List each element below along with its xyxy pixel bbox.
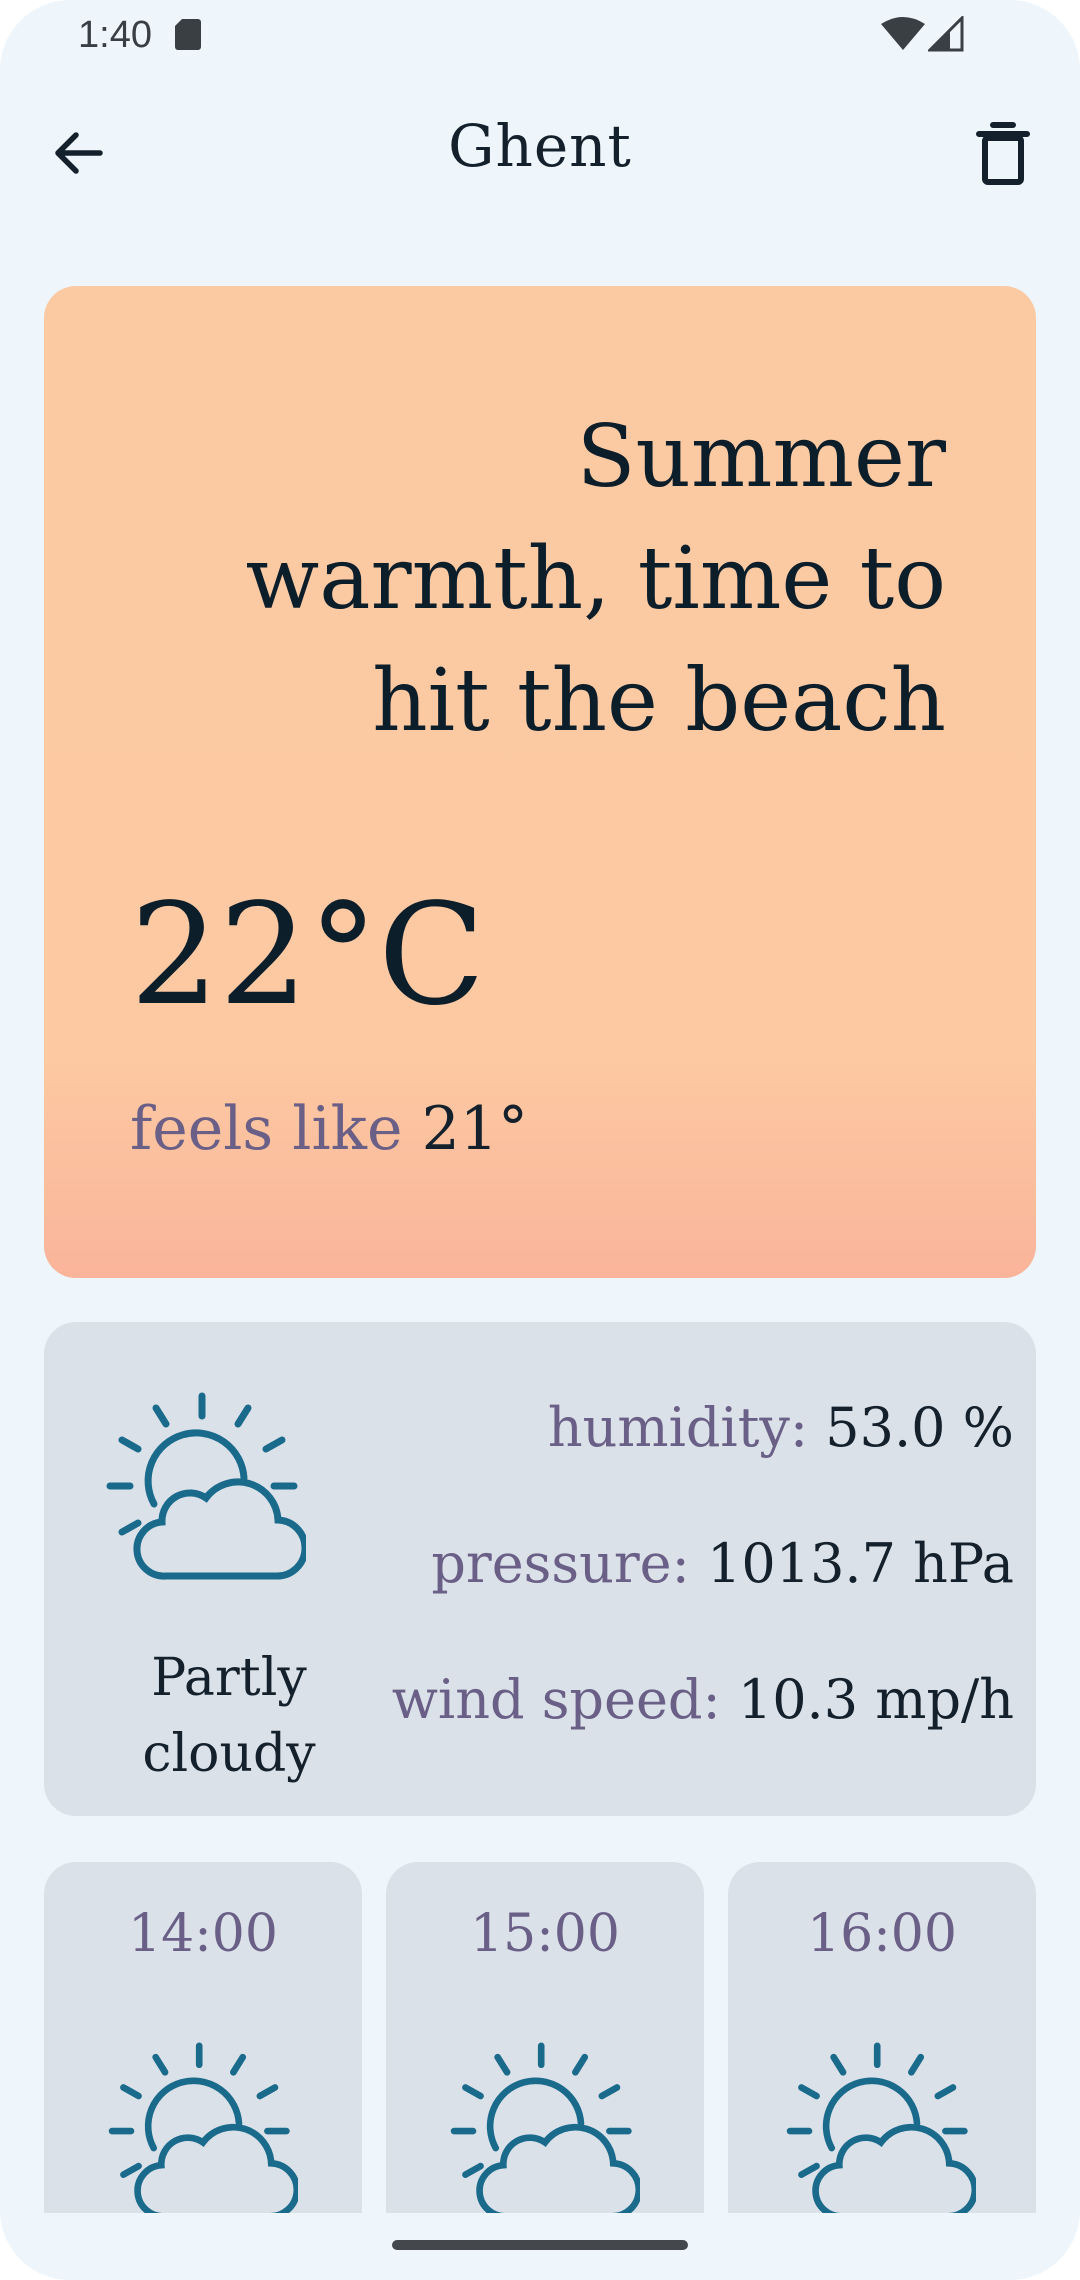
current-temperature: 22°C [130,874,486,1037]
status-time: 1:40 [78,14,152,56]
feels-like: feels like 21° [130,1094,528,1164]
feels-like-value: 21° [421,1094,528,1164]
hourly-forecast-card[interactable]: 14:00 [44,1862,362,2222]
feels-like-label: feels like [130,1094,403,1164]
wind-speed-value: 10.3 mp/h [737,1668,1014,1731]
pressure-stat: pressure: 1013.7 hPa [431,1532,1014,1595]
partly-cloudy-icon [106,1392,306,1580]
partly-cloudy-icon [786,2042,976,2220]
weather-summary-card: Summer warmth, time to hit the beach 22°… [44,286,1036,1278]
hour-time: 16:00 [807,1904,957,1964]
hourly-forecast-card[interactable]: 15:00 [386,1862,704,2222]
weather-details-card: Partly cloudy humidity: 53.0 % pressure:… [44,1322,1036,1816]
app-screen: 1:40 Ghent Summer warmth, time to hit th… [0,0,1080,2280]
humidity-value: 53.0 % [825,1396,1014,1459]
home-indicator[interactable] [392,2240,688,2250]
humidity-label: humidity: [547,1396,809,1459]
wifi-icon [881,17,925,50]
pressure-label: pressure: [431,1532,690,1595]
signal-icon [928,16,964,52]
hourly-forecast-card[interactable]: 16:00 [728,1862,1036,2222]
wind-speed-stat: wind speed: 10.3 mp/h [392,1668,1014,1731]
delete-icon[interactable] [975,122,1031,186]
sd-card-icon [175,19,201,50]
condition-label: Partly cloudy [142,1648,316,1784]
humidity-stat: humidity: 53.0 % [548,1396,1014,1459]
weather-message: Summer warmth, time to hit the beach [245,407,946,751]
pressure-value: 1013.7 hPa [707,1532,1014,1595]
partly-cloudy-icon [450,2042,640,2220]
partly-cloudy-icon [108,2042,298,2220]
page-title: Ghent [448,112,632,180]
hour-time: 14:00 [128,1904,278,1964]
hour-time: 15:00 [470,1904,620,1964]
wind-speed-label: wind speed: [391,1668,721,1731]
